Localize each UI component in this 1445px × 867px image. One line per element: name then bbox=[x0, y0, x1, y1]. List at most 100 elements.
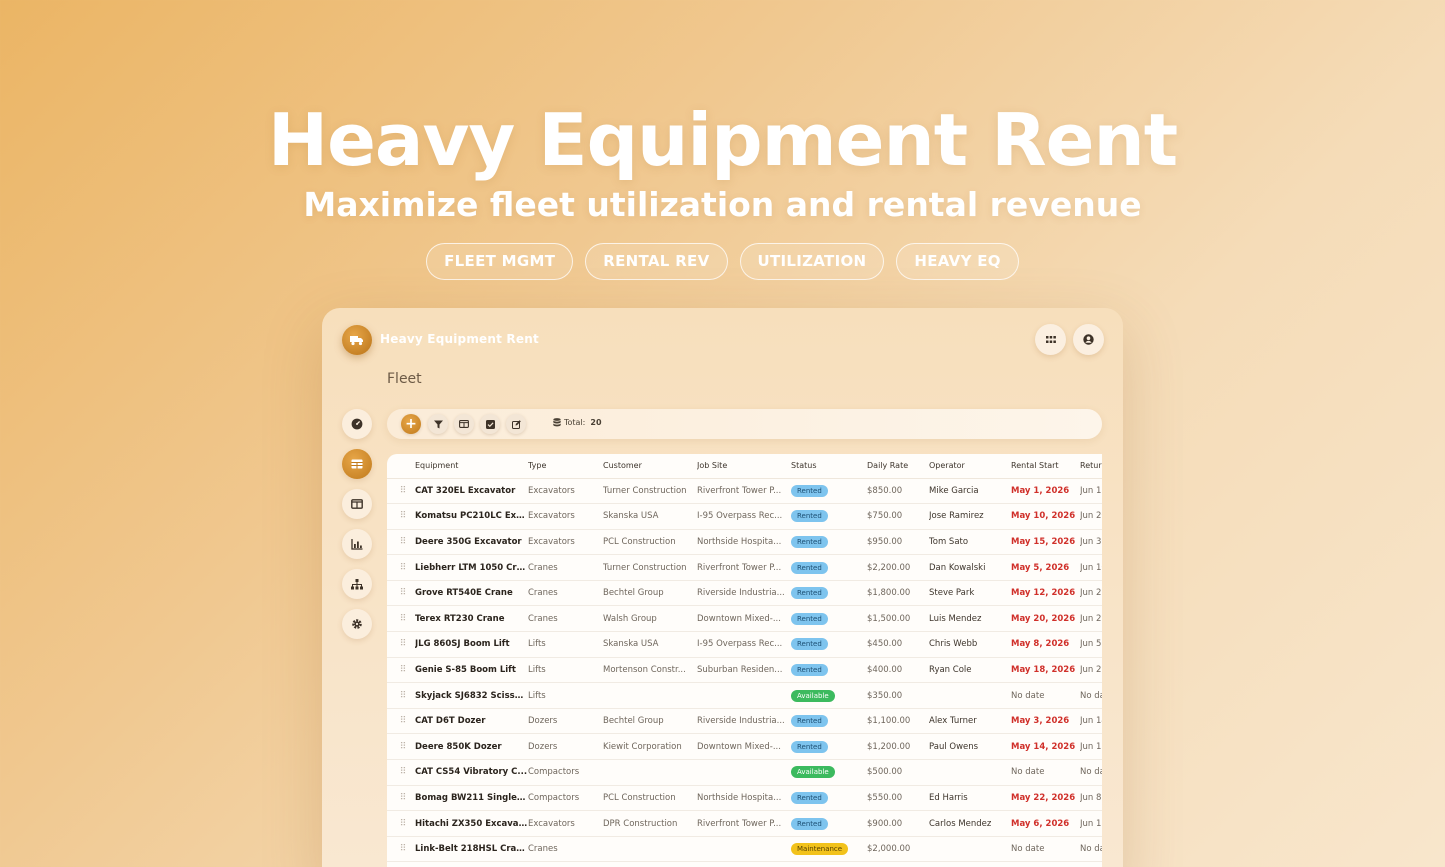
cell-daily-rate[interactable]: $850.00 bbox=[867, 478, 929, 505]
cell-status[interactable]: Maintenance bbox=[791, 836, 867, 863]
cell-daily-rate[interactable]: $1,500.00 bbox=[867, 605, 929, 633]
cell-type[interactable]: Excavators bbox=[528, 529, 603, 556]
table-row[interactable]: ⠿ Hitachi ZX350 Excavator Excavators DPR Co… bbox=[387, 810, 1102, 837]
drag-handle-icon[interactable]: ⠿ bbox=[387, 810, 415, 837]
drag-handle-icon[interactable]: ⠿ bbox=[387, 605, 415, 633]
cell-equipment[interactable]: CAT CS54 Vibratory C... bbox=[415, 759, 528, 786]
cell-daily-rate[interactable]: $2,000.00 bbox=[867, 836, 929, 863]
cell-status[interactable]: Rented bbox=[791, 785, 867, 812]
cell-customer[interactable]: DPR Construction bbox=[603, 810, 697, 837]
cell-return[interactable]: Jun 30 bbox=[1080, 529, 1102, 556]
cell-status[interactable]: Rented bbox=[791, 810, 867, 837]
cell-job-site[interactable]: Riverfront Tower P... bbox=[697, 478, 791, 505]
cell-job-site[interactable]: Riverfront Tower P... bbox=[697, 554, 791, 581]
cell-equipment[interactable]: Liebherr LTM 1050 Cra... bbox=[415, 554, 528, 581]
table-row[interactable]: ⠿ Skyjack SJ6832 Scissor... Lifts Available… bbox=[387, 682, 1102, 709]
cell-customer[interactable]: Bechtel Group bbox=[603, 708, 697, 735]
cell-return[interactable]: No da bbox=[1080, 836, 1102, 863]
table-row[interactable]: ⠿ Deere 350G Excavator Excavators PCL Const… bbox=[387, 529, 1102, 556]
column-header[interactable]: Daily Rate bbox=[867, 454, 929, 479]
cell-return[interactable]: Jun 8, bbox=[1080, 785, 1102, 812]
cell-status[interactable]: Rented bbox=[791, 554, 867, 581]
edit-icon[interactable] bbox=[506, 414, 526, 434]
sidebar-item-hierarchy[interactable] bbox=[342, 569, 372, 599]
table-row[interactable]: ⠿ Komatsu PC210LC Exca... Excavators Skansk… bbox=[387, 503, 1102, 530]
table-row[interactable]: ⠿ Liebherr LTM 1050 Cra... Cranes Turner Co… bbox=[387, 554, 1102, 581]
cell-daily-rate[interactable]: $1,800.00 bbox=[867, 580, 929, 607]
cell-return[interactable]: Jun 22 bbox=[1080, 657, 1102, 684]
cell-job-site[interactable]: Northside Hospita... bbox=[697, 785, 791, 812]
drag-handle-icon[interactable]: ⠿ bbox=[387, 529, 415, 556]
table-row[interactable]: ⠿ Genie S-85 Boom Lift Lifts Mortenson Cons… bbox=[387, 657, 1102, 684]
cell-operator[interactable]: Alex Turner bbox=[929, 708, 1011, 735]
cell-operator[interactable]: Ed Harris bbox=[929, 785, 1011, 812]
table-row[interactable]: ⠿ CAT D6T Dozer Dozers Bechtel Group Riversi… bbox=[387, 708, 1102, 735]
cell-job-site[interactable] bbox=[697, 682, 791, 709]
drag-handle-icon[interactable]: ⠿ bbox=[387, 631, 415, 658]
drag-handle-icon[interactable]: ⠿ bbox=[387, 785, 415, 812]
cell-type[interactable]: Cranes bbox=[528, 580, 603, 607]
cell-return[interactable]: Jun 5, bbox=[1080, 631, 1102, 658]
cell-operator[interactable]: Ryan Cole bbox=[929, 657, 1011, 684]
cell-operator[interactable]: Tom Sato bbox=[929, 529, 1011, 556]
cell-equipment[interactable]: Genie S-85 Boom Lift bbox=[415, 657, 528, 684]
cell-job-site[interactable] bbox=[697, 836, 791, 863]
cell-equipment[interactable]: Hitachi ZX350 Excavator bbox=[415, 810, 528, 837]
cell-return[interactable]: Jun 18 bbox=[1080, 733, 1102, 761]
select-checkbox-icon[interactable] bbox=[480, 414, 500, 434]
drag-handle-icon[interactable]: ⠿ bbox=[387, 580, 415, 607]
cell-rental-start[interactable]: May 22, 2026 bbox=[1011, 785, 1080, 812]
cell-customer[interactable]: Kiewit Corporation bbox=[603, 733, 697, 761]
filter-icon[interactable] bbox=[428, 414, 448, 434]
cell-return[interactable]: No da bbox=[1080, 759, 1102, 786]
cell-job-site[interactable]: Northside Hospita... bbox=[697, 529, 791, 556]
cell-type[interactable]: Dozers bbox=[528, 733, 603, 761]
cell-customer[interactable]: PCL Construction bbox=[603, 785, 697, 812]
cell-equipment[interactable]: Komatsu PC210LC Exca... bbox=[415, 503, 528, 530]
sidebar-item-dashboard[interactable] bbox=[342, 409, 372, 439]
cell-type[interactable]: Cranes bbox=[528, 605, 603, 633]
cell-customer[interactable]: Skanska USA bbox=[603, 631, 697, 658]
cell-rental-start[interactable]: No date bbox=[1011, 836, 1080, 863]
cell-customer[interactable] bbox=[603, 759, 697, 786]
cell-operator[interactable]: Jose Ramirez bbox=[929, 503, 1011, 530]
cell-customer[interactable]: Walsh Group bbox=[603, 605, 697, 633]
cell-operator[interactable]: Mike Garcia bbox=[929, 478, 1011, 505]
sidebar-item-settings[interactable] bbox=[342, 609, 372, 639]
cell-daily-rate[interactable]: $750.00 bbox=[867, 503, 929, 530]
cell-type[interactable]: Compactors bbox=[528, 759, 603, 786]
cell-rental-start[interactable]: May 3, 2026 bbox=[1011, 708, 1080, 735]
table-row[interactable]: ⠿ Grove RT540E Crane Cranes Bechtel Group Ri… bbox=[387, 580, 1102, 607]
cell-operator[interactable]: Steve Park bbox=[929, 580, 1011, 607]
cell-equipment[interactable]: Grove RT540E Crane bbox=[415, 580, 528, 607]
cell-rental-start[interactable]: May 8, 2026 bbox=[1011, 631, 1080, 658]
cell-return[interactable]: Jun 12 bbox=[1080, 810, 1102, 837]
column-header[interactable]: Type bbox=[528, 454, 603, 479]
cell-equipment[interactable]: JLG 860SJ Boom Lift bbox=[415, 631, 528, 658]
cell-operator[interactable]: Luis Mendez bbox=[929, 605, 1011, 633]
column-header[interactable]: Operator bbox=[929, 454, 1011, 479]
cell-status[interactable]: Available bbox=[791, 759, 867, 786]
drag-handle-icon[interactable]: ⠿ bbox=[387, 478, 415, 505]
cell-return[interactable]: Jun 28 bbox=[1080, 605, 1102, 633]
cell-rental-start[interactable]: May 12, 2026 bbox=[1011, 580, 1080, 607]
cell-type[interactable]: Dozers bbox=[528, 708, 603, 735]
drag-handle-icon[interactable]: ⠿ bbox=[387, 836, 415, 863]
cell-return[interactable]: Jun 20 bbox=[1080, 503, 1102, 530]
cell-rental-start[interactable]: May 18, 2026 bbox=[1011, 657, 1080, 684]
cell-operator[interactable]: Paul Owens bbox=[929, 733, 1011, 761]
cell-type[interactable]: Compactors bbox=[528, 785, 603, 812]
cell-daily-rate[interactable]: $1,200.00 bbox=[867, 733, 929, 761]
cell-rental-start[interactable]: May 5, 2026 bbox=[1011, 554, 1080, 581]
cell-status[interactable]: Rented bbox=[791, 580, 867, 607]
drag-handle-icon[interactable]: ⠿ bbox=[387, 759, 415, 786]
cell-daily-rate[interactable]: $1,100.00 bbox=[867, 708, 929, 735]
cell-type[interactable]: Excavators bbox=[528, 503, 603, 530]
column-header[interactable]: Equipment bbox=[415, 454, 528, 479]
cell-customer[interactable]: Skanska USA bbox=[603, 503, 697, 530]
cell-type[interactable]: Lifts bbox=[528, 682, 603, 709]
user-account-icon[interactable] bbox=[1073, 324, 1104, 355]
cell-status[interactable]: Rented bbox=[791, 631, 867, 658]
cell-equipment[interactable]: Deere 850K Dozer bbox=[415, 733, 528, 761]
column-header[interactable]: Rental Start bbox=[1011, 454, 1080, 479]
